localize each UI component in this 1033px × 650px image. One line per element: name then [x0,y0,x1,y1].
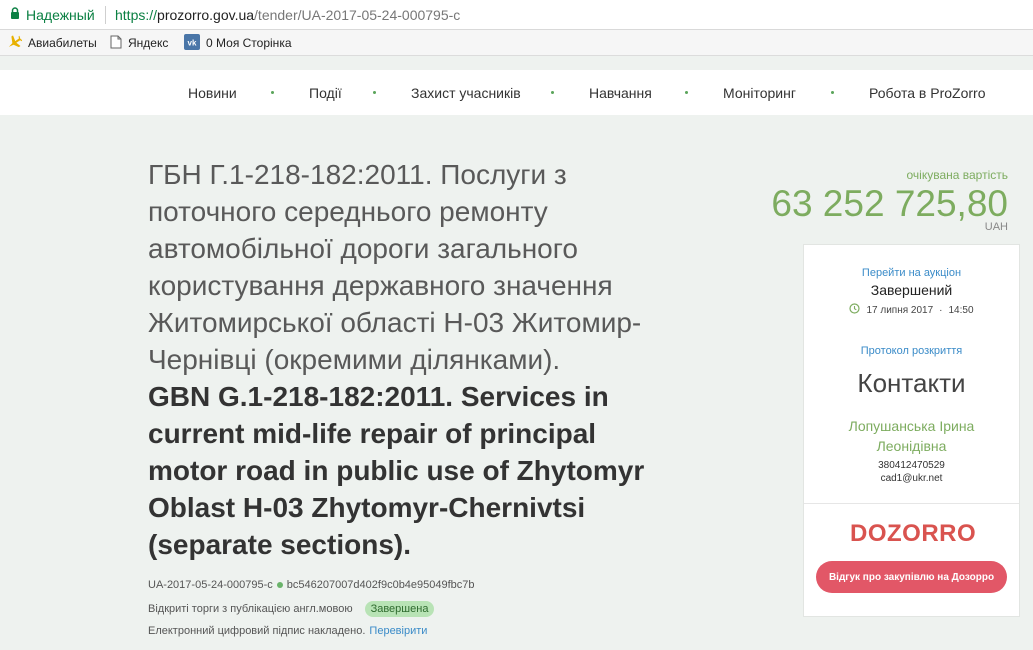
nav-item-events[interactable]: Події [309,85,342,101]
auction-date: 17 липня 2017 [866,304,934,316]
vk-icon: vk [184,33,200,53]
plane-icon [6,34,23,53]
lock-icon [10,6,20,24]
tender-title-en: GBN G.1-218-182:2011. Services in curren… [148,381,645,560]
tender-id-line: UA-2017-05-24-000795-c bc546207007d402f9… [148,579,475,591]
bookmark-vk[interactable]: vk 0 Моя Сторінка [184,33,292,53]
tender-hash: bc546207007d402f9c0b4e95049fbc7b [286,579,475,591]
bookmarks-bar: Авиабилеты Яндекс vk 0 Моя Сторінка [0,30,1033,56]
contacts-heading: Контакти [857,368,966,398]
dot-separator: · [939,304,943,316]
status-dot [276,582,283,588]
auction-time: 14:50 [948,304,974,316]
clock-icon [849,303,861,317]
procedure-type: Відкриті торги з публікацією англ.мовою [148,603,353,615]
go-to-auction-link[interactable]: Перейти на аукціон [804,267,1019,279]
auction-datetime: 17 липня 2017 · 14:50 [804,303,1019,317]
nav-separator-dot [551,91,554,94]
contact-email[interactable]: cad1@ukr.net [804,473,1019,484]
procedure-line: Відкриті торги з публікацією англ.мовою … [148,601,435,617]
opening-protocol-link[interactable]: Протокол розкриття [804,345,1019,357]
bookmark-aviabilety[interactable]: Авиабилеты [6,34,97,53]
nav-separator-dot [831,91,834,94]
address-bar[interactable]: Надежный https://prozorro.gov.ua/tender/… [0,0,1033,30]
secure-indicator[interactable]: Надежный [10,7,95,23]
nav-item-news[interactable]: Новини [188,85,237,101]
signature-text: Електронний цифровий підпис накладено. [148,625,366,637]
site-nav: Новини Події Захист учасників Навчання М… [0,70,1033,115]
nav-item-training[interactable]: Навчання [589,85,652,101]
page-icon [110,35,122,52]
url-field[interactable]: https://prozorro.gov.ua/tender/UA-2017-0… [115,7,460,23]
nav-item-protection[interactable]: Захист учасників [411,85,521,101]
signature-line: Електронний цифровий підпис накладено. П… [148,625,427,637]
tender-title-ua: ГБН Г.1-218-182:2011. Послуги з поточног… [148,159,642,375]
status-badge: Завершена [364,601,435,617]
nav-item-monitoring[interactable]: Моніторинг [723,85,796,101]
tender-sidebar-card: Перейти на аукціон Завершений 17 липня 2… [803,244,1020,617]
bookmark-label: 0 Моя Сторінка [206,36,292,50]
nav-separator-dot [685,91,688,94]
auction-status: Завершений [870,282,953,298]
url-separator [105,6,106,24]
url-protocol: https:// [115,7,158,23]
expected-value-amount: 63 252 725,80 [771,183,1008,224]
dozorro-review-button[interactable]: Відгук про закупівлю на Дозорро [816,561,1007,593]
secure-label: Надежный [26,7,95,23]
nav-separator-dot [271,91,274,94]
bookmark-label: Яндекс [128,36,169,50]
tender-id: UA-2017-05-24-000795-c [148,579,273,591]
card-divider [804,503,1019,504]
contact-name-line2: Леонідівна [876,438,947,454]
svg-text:vk: vk [188,38,197,47]
nav-separator-dot [373,91,376,94]
bookmark-label: Авиабилеты [28,36,97,50]
contact-name-line1: Лопушанська Ірина [848,418,975,434]
url-path: /tender/UA-2017-05-24-000795-c [254,7,461,23]
url-host: prozorro.gov.ua [157,7,255,23]
nav-item-jobs[interactable]: Робота в ProZorro [869,85,986,101]
contact-phone: 380412470529 [878,460,945,471]
currency-label: UAH [984,221,1008,233]
verify-signature-link[interactable]: Перевірити [369,625,427,637]
bookmark-yandex[interactable]: Яндекс [110,35,168,51]
dozorro-logo[interactable]: DOZORRO [850,520,976,548]
